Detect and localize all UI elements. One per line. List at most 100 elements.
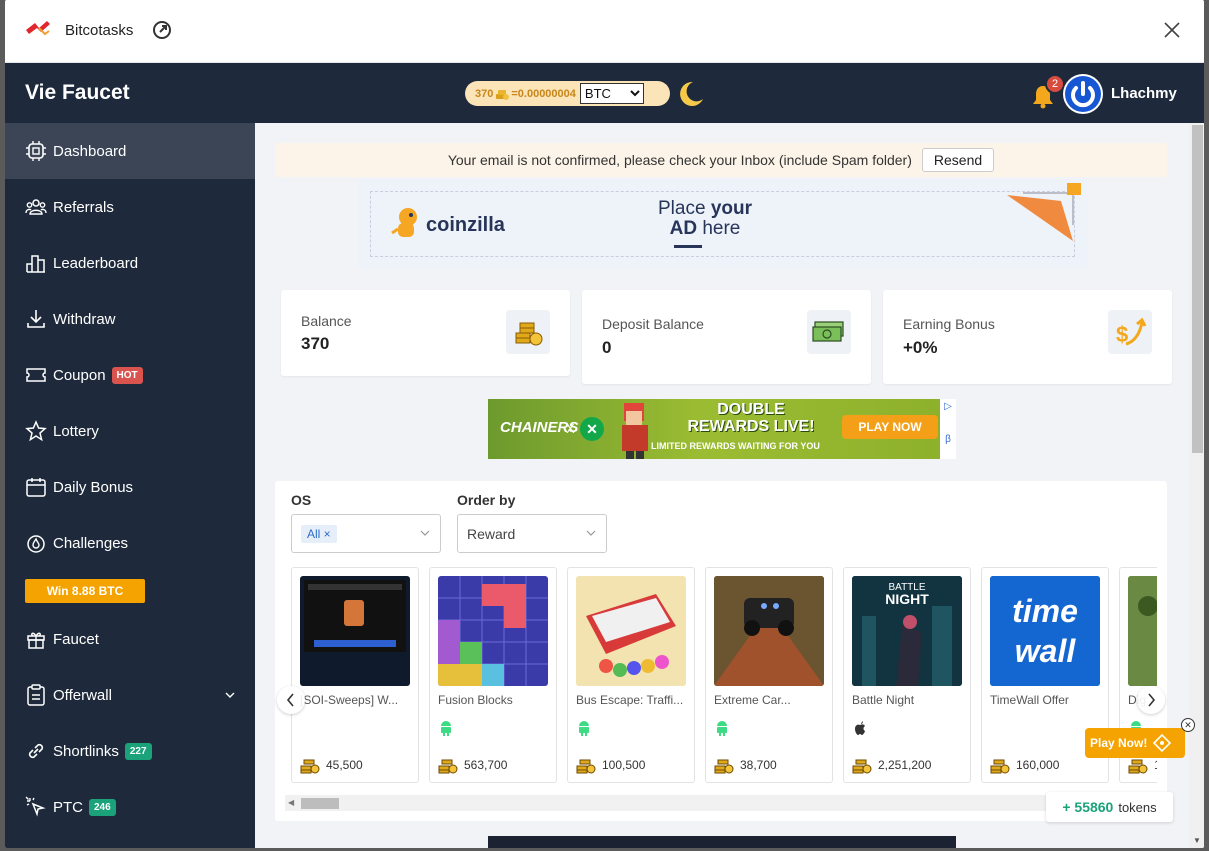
calendar-icon: [26, 478, 46, 497]
ad-underline: [674, 245, 702, 248]
offer-reward: 38,700: [714, 756, 777, 774]
notice-text: Your email is not confirmed, please chec…: [447, 152, 912, 168]
ad-subline: LIMITED REWARDS WAITING FOR YOU: [651, 441, 820, 451]
adchoices-icon[interactable]: ▷ β: [940, 399, 956, 459]
avatar[interactable]: [1063, 74, 1103, 114]
offer-card[interactable]: Extreme Car... 38,700: [705, 567, 833, 783]
sidebar-item-label: Withdraw: [53, 310, 116, 328]
offer-reward-value: 100,500: [602, 758, 646, 772]
coinzilla-mascot-icon: [391, 208, 417, 237]
android-icon: [441, 721, 451, 736]
chevron-left-icon: [286, 693, 294, 707]
coinzilla-brand: coinzilla: [426, 214, 505, 236]
sidebar-item-coupon[interactable]: Coupon HOT: [5, 347, 255, 403]
sidebar-item-lottery[interactable]: Lottery: [5, 403, 255, 459]
chainers-ad-banner[interactable]: CHAINERS X ✕ DOUBLE REWARDS LIVE! LIMITE…: [488, 399, 956, 459]
scroll-left-icon[interactable]: ◀: [288, 798, 294, 807]
offer-card[interactable]: Bus Escape: Traffi... 100,500: [567, 567, 695, 783]
sidebar-item-referrals[interactable]: Referrals: [5, 179, 255, 235]
bottom-ad-banner[interactable]: [488, 836, 956, 848]
carousel-prev-button[interactable]: [277, 686, 305, 714]
scroll-thumb[interactable]: [301, 798, 339, 809]
offer-card[interactable]: Fusion Blocks 563,700: [429, 567, 557, 783]
offer-thumbnail: [576, 576, 686, 686]
offers-carousel: [SOI-Sweeps] W... 45,500 Fusion Blocks 5…: [291, 567, 1157, 783]
card-label: Deposit Balance: [602, 316, 704, 332]
sidebar-item-daily-bonus[interactable]: Daily Bonus: [5, 459, 255, 515]
sidebar-item-dashboard[interactable]: Dashboard: [5, 123, 255, 179]
carousel-next-button[interactable]: [1137, 686, 1165, 714]
sidebar-item-faucet[interactable]: Faucet: [5, 611, 255, 667]
brand-title[interactable]: Vie Faucet: [25, 81, 130, 105]
coinzilla-ad-banner[interactable]: coinzilla Place your AD here: [358, 179, 1087, 269]
trending-dollar-icon: $: [1108, 310, 1152, 354]
os-filter-select[interactable]: All ×: [291, 514, 441, 553]
exchange-rate-pill: 370 =0.00000004 BTC: [465, 81, 670, 106]
clipboard-icon: [27, 684, 45, 706]
balance-card: Balance 370: [281, 290, 570, 376]
headline-line1: DOUBLE: [717, 401, 785, 418]
scroll-thumb[interactable]: [1192, 125, 1203, 453]
shortlinks-count-badge: 227: [124, 742, 152, 760]
currency-select[interactable]: BTC: [579, 83, 644, 104]
dark-mode-moon-icon[interactable]: [675, 79, 705, 109]
card-value: 370: [301, 334, 330, 353]
flame-icon: [27, 535, 45, 553]
close-icon[interactable]: [1162, 20, 1182, 40]
offer-card[interactable]: BATTLE NIGHT Battle Night 2,251,200: [843, 567, 971, 783]
gift-icon: [27, 632, 45, 649]
sidebar-item-label: Leaderboard: [53, 254, 139, 272]
sidebar-item-label: Shortlinks: [53, 742, 119, 760]
offer-name: TimeWall Offer: [990, 693, 1069, 707]
sidebar-item-label: Daily Bonus: [53, 478, 134, 496]
offer-reward-value: 38,700: [740, 758, 777, 772]
os-chip-all[interactable]: All ×: [301, 524, 337, 543]
order-by-select[interactable]: Reward: [457, 514, 607, 553]
offer-card[interactable]: [SOI-Sweeps] W... 45,500: [291, 567, 419, 783]
play-now-floating-button[interactable]: Play Now!: [1085, 728, 1185, 758]
card-value: +0%: [903, 338, 938, 357]
site-name: Bitcotasks: [65, 22, 134, 39]
card-label: Balance: [301, 313, 352, 329]
sidebar-item-label: Challenges: [53, 534, 129, 552]
sidebar-item-label: Coupon: [53, 366, 106, 384]
sidebar-item-label: Offerwall: [53, 686, 112, 704]
sidebar-item-offerwall[interactable]: Offerwall: [5, 667, 255, 723]
scroll-down-icon[interactable]: ▼: [1193, 836, 1201, 845]
sidebar-item-withdraw[interactable]: Withdraw: [5, 291, 255, 347]
users-icon: [25, 199, 47, 215]
horizontal-scrollbar[interactable]: ◀: [285, 795, 1157, 811]
sidebar-item-label: Lottery: [53, 422, 99, 440]
sidebar-item-leaderboard[interactable]: Leaderboard: [5, 235, 255, 291]
ticket-icon: [26, 368, 46, 382]
chevron-down-icon: [586, 530, 596, 536]
tokens-counter: + 55860 tokens: [1046, 792, 1173, 822]
vertical-scrollbar[interactable]: ▼: [1189, 123, 1204, 848]
cursor-click-icon: [25, 796, 46, 817]
card-value: 0: [602, 338, 612, 357]
username[interactable]: Lhachmy: [1111, 85, 1177, 102]
play-now-ad-button[interactable]: PLAY NOW: [842, 415, 938, 439]
resend-button[interactable]: Resend: [921, 148, 995, 172]
link-icon: [28, 743, 44, 759]
close-icon[interactable]: ✕: [1181, 718, 1195, 732]
external-link-icon[interactable]: [152, 20, 172, 40]
offer-thumbnail: [438, 576, 548, 686]
coins-icon: [438, 759, 458, 774]
sidebar-item-label: PTC: [53, 798, 83, 816]
sidebar-item-challenges[interactable]: Challenges: [5, 515, 255, 571]
timewall-word-2: wall: [1015, 633, 1077, 669]
ad-x-text: X: [566, 421, 575, 436]
sidebar-item-shortlinks[interactable]: Shortlinks 227: [5, 723, 255, 779]
main-content: Your email is not confirmed, please chec…: [255, 123, 1189, 848]
earning-bonus-card: Earning Bonus +0% $: [883, 290, 1172, 384]
offer-thumbnail: [714, 576, 824, 686]
x-logo-icon: ✕: [580, 417, 604, 441]
sidebar-item-label: Referrals: [53, 198, 114, 216]
dashboard-icon: [26, 141, 46, 161]
tokens-label: tokens: [1118, 799, 1157, 815]
ad-placeholder-text: Place your AD here: [658, 199, 752, 239]
win-btc-button[interactable]: Win 8.88 BTC: [25, 579, 145, 603]
sidebar-item-ptc[interactable]: PTC 246: [5, 779, 255, 835]
offer-reward-value: 1: [1154, 758, 1157, 772]
